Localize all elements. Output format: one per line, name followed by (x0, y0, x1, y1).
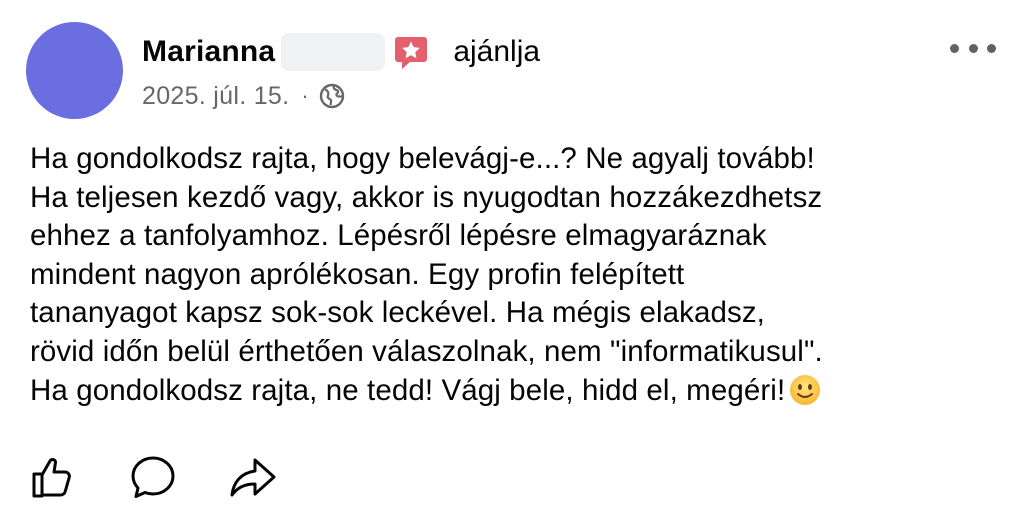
meta-separator: · (301, 83, 309, 108)
recommends-label: ajánlja (453, 35, 541, 68)
more-options-icon[interactable] (950, 36, 996, 60)
globe-icon[interactable] (319, 83, 345, 109)
redacted-surname (281, 33, 386, 71)
post-date[interactable]: 2025. júl. 15. (142, 82, 289, 111)
slightly-smiling-face-emoji (789, 374, 821, 406)
like-button[interactable] (28, 452, 78, 502)
post-meta: 2025. júl. 15. · (142, 80, 345, 112)
post-header: Marianna ajánlja (142, 32, 540, 72)
post-body: Ha gondolkodsz rajta, hogy belevágj-e...… (30, 140, 1005, 410)
avatar[interactable] (26, 22, 123, 119)
author-name[interactable]: Marianna (142, 35, 275, 69)
share-arrow-icon (230, 458, 276, 497)
comment-button[interactable] (128, 452, 178, 502)
thumbs-up-icon (32, 458, 71, 498)
comment-bubble-icon (131, 456, 175, 498)
post-body-text: Ha gondolkodsz rajta, hogy belevágj-e...… (30, 142, 823, 407)
recommendation-star-icon (391, 32, 431, 72)
recommendation-post: Marianna ajánlja 2025. júl. 15. · Ha gon… (0, 0, 1024, 523)
share-button[interactable] (228, 452, 278, 502)
